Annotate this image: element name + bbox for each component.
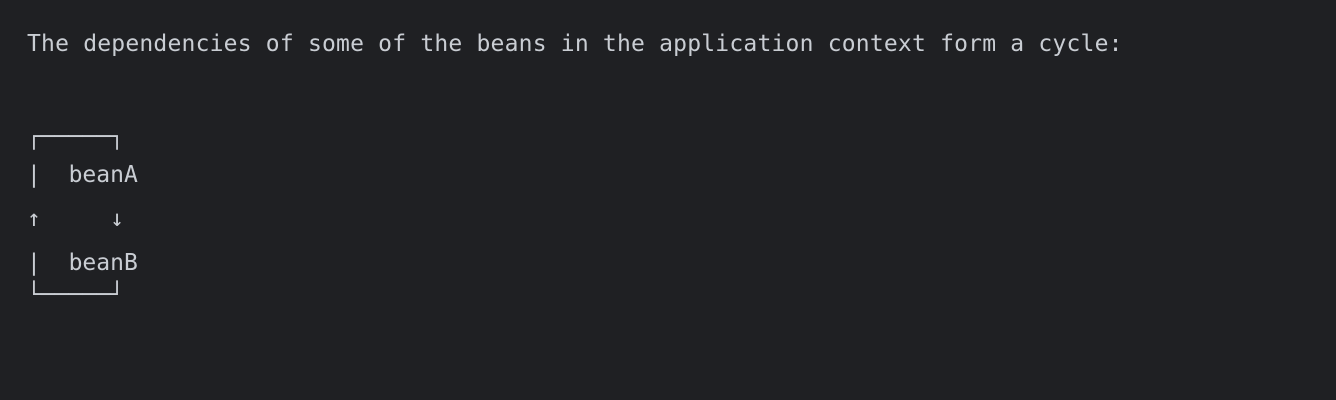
cycle-arrows-row: ↑ ↓ xyxy=(27,208,124,231)
bean-b-row: | beanB xyxy=(27,252,138,275)
cycle-left-bar: | xyxy=(27,162,41,188)
cycle-error-message: The dependencies of some of the beans in… xyxy=(27,31,1123,57)
bean-a-name: beanA xyxy=(68,162,138,188)
bean-b-name: beanB xyxy=(68,250,138,276)
cycle-left-bar: | xyxy=(27,250,41,276)
cycle-box-top-border: ┌─────┐ xyxy=(27,124,124,150)
arrow-down-icon: ↓ xyxy=(110,206,124,232)
bean-a-row: | beanA xyxy=(27,164,138,187)
console-output: The dependencies of some of the beans in… xyxy=(0,0,1336,400)
cycle-box-bottom-border: └─────┘ xyxy=(27,282,124,308)
arrow-up-icon: ↑ xyxy=(27,206,41,232)
